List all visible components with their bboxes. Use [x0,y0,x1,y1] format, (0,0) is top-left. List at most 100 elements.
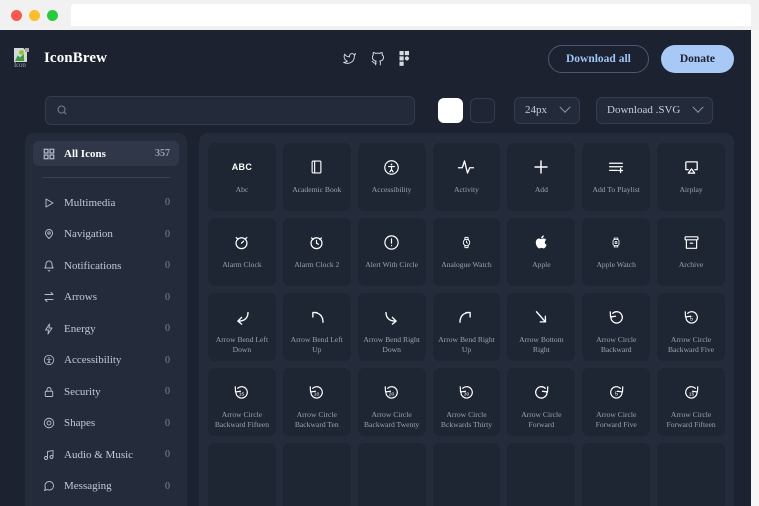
arrow-circle-backward-fifteen-icon: 15 [233,381,250,403]
icon-card[interactable]: Arrow Bend Left Up [282,293,351,361]
icon-card[interactable]: Alarm Clock [208,218,276,286]
sidebar-item-label: Security [64,385,101,398]
icon-card[interactable]: Add [507,143,576,211]
pin-icon [42,228,55,241]
analogue-watch-icon [460,231,473,253]
icon-card[interactable]: Academic Book [282,143,351,211]
app-page: Icon IconBrew Download all Donate 24px D… [0,30,751,506]
minimize-window-button[interactable] [29,9,40,21]
window-controls [11,9,58,21]
icon-card[interactable]: Analogue Watch [432,218,501,286]
sidebar-item-count: 0 [165,228,170,240]
color-swatch-dark[interactable] [470,97,495,123]
download-format-select[interactable]: Download .SVG [596,96,714,124]
icon-card[interactable]: 5 Arrow Circle Forward Five [582,368,651,436]
icon-card[interactable]: Arrow Circle Forward [507,368,576,436]
icon-card[interactable] [208,443,276,506]
icon-card[interactable]: Arrow Bend Right Up [432,293,501,361]
sidebar-item-messaging[interactable]: Messaging 0 [33,474,179,499]
icon-card-label: Apple [532,260,551,269]
apple-watch-icon [610,231,622,253]
chat-icon [42,480,55,493]
icon-card-label: Arrow Circle Forward Fifteen [666,410,716,429]
icon-card[interactable]: Apple Watch [582,218,651,286]
sidebar-divider [42,177,170,178]
brand[interactable]: Icon IconBrew [14,48,107,69]
arrow-circle-forward-icon [533,381,550,403]
donate-button[interactable]: Donate [660,44,734,73]
icon-card[interactable]: 10 Arrow Circle Backward Ten [282,368,351,436]
svg-text:5: 5 [689,316,692,322]
search-box[interactable] [45,95,415,125]
icon-card[interactable]: Arrow Bend Left Down [208,293,276,361]
icon-size-value: 24px [525,104,547,116]
icon-card-label: Apple Watch [596,260,636,269]
sidebar-item-security[interactable]: Security 0 [33,379,179,404]
icon-card[interactable] [507,443,576,506]
grid-icon [42,147,55,160]
icon-card[interactable]: Add To Playlist [582,143,651,211]
icon-card[interactable]: Alert With Circle [357,218,426,286]
icon-card[interactable]: ABC Abc [208,143,276,211]
sidebar-item-count: 0 [165,480,170,492]
sidebar-item-energy[interactable]: Energy 0 [33,316,179,341]
icon-card[interactable] [357,443,426,506]
academic-book-icon [309,156,324,178]
icon-card[interactable]: Arrow Bottom Right [507,293,576,361]
icon-card[interactable]: 5 Arrow Circle Backward Five [657,293,725,361]
sidebar-item-multimedia[interactable]: Multimedia 0 [33,190,179,215]
icon-card-label: Airplay [679,185,703,194]
sidebar-item-notifications[interactable]: Notifications 0 [33,253,179,278]
icon-card[interactable]: Accessibility [357,143,426,211]
icon-card-label: Archive [678,260,704,269]
sidebar-item-arrows[interactable]: Arrows 0 [33,285,179,310]
icon-card[interactable] [657,443,725,506]
icon-card[interactable]: Apple [507,218,576,286]
app-header: Icon IconBrew Download all Donate [0,30,751,87]
figma-icon[interactable] [399,51,410,66]
icon-card-label: Alarm Clock 2 [294,260,340,269]
icon-card[interactable]: 30 Arrow Circle Bckwards Thirty [432,368,501,436]
icon-card[interactable] [432,443,501,506]
icon-grid: ABC Abc Academic Book Accessibility Acti… [208,143,725,506]
alarm-clock-icon [233,231,250,253]
icon-card[interactable]: Activity [432,143,501,211]
color-swatch-white[interactable] [438,97,463,123]
sidebar-item-label: Energy [64,322,96,335]
icon-card[interactable]: Arrow Bend Right Down [357,293,426,361]
icon-card[interactable]: 20 Arrow Circle Backward Twenty [357,368,426,436]
icon-card[interactable]: Airplay [657,143,725,211]
search-input[interactable] [75,104,404,116]
icon-card[interactable] [582,443,651,506]
maximize-window-button[interactable] [47,9,58,21]
sidebar-item-all-icons[interactable]: All Icons 357 [33,141,179,166]
svg-text:5: 5 [615,391,618,397]
play-icon [42,196,55,209]
bell-icon [42,259,55,272]
icon-card[interactable]: 15 Arrow Circle Forward Fifteen [657,368,725,436]
twitter-icon[interactable] [342,52,357,65]
sidebar-item-count: 357 [155,148,170,159]
icon-card[interactable]: Alarm Clock 2 [282,218,351,286]
icon-card-label: Arrow Circle Backward Twenty [364,410,420,429]
arrow-bend-right-down-icon [383,306,401,328]
download-all-button[interactable]: Download all [547,44,649,73]
sidebar-item-navigation[interactable]: Navigation 0 [33,222,179,247]
icon-card[interactable]: Archive [657,218,725,286]
sidebar-item-shapes[interactable]: Shapes 0 [33,411,179,436]
sidebar-item-accessibility[interactable]: Accessibility 0 [33,348,179,373]
add-to-playlist-icon [607,156,625,178]
sidebar-item-label: All Icons [64,147,106,160]
icon-card[interactable]: 15 Arrow Circle Backward Fifteen [208,368,276,436]
sidebar-item-audio-music[interactable]: Audio & Music 0 [33,442,179,467]
github-icon[interactable] [371,51,385,66]
page-scrollbar[interactable] [751,30,759,506]
close-window-button[interactable] [11,9,22,21]
color-swatches [438,97,495,123]
browser-tabstrip[interactable] [71,4,751,26]
icon-card[interactable] [282,443,351,506]
icon-card-label: Accessibility [371,185,412,194]
icon-size-select[interactable]: 24px [514,96,580,124]
icon-card-label: Arrow Bend Left Up [290,335,343,354]
icon-card[interactable]: Arrow Circle Backward [582,293,651,361]
